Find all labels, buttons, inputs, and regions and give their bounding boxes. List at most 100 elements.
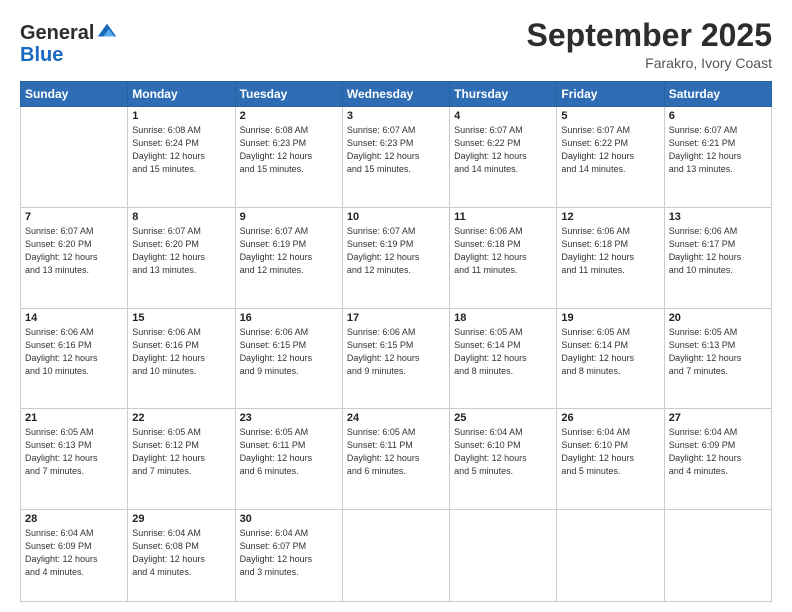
calendar-table: Sunday Monday Tuesday Wednesday Thursday… (20, 81, 772, 602)
table-row: 11Sunrise: 6:06 AM Sunset: 6:18 PM Dayli… (450, 207, 557, 308)
table-row: 28 Sunrise: 6:04 AM Sunset: 6:09 PM Dayli… (21, 509, 128, 601)
day-number: 10 (347, 211, 445, 223)
day-info: Sunrise: 6:04 AM Sunset: 6:10 PM Dayligh… (561, 426, 659, 478)
day-info: Sunrise: 6:05 AM Sunset: 6:13 PM Dayligh… (669, 326, 767, 378)
table-row: 10 Sunrise: 6:07 AM Sunset: 6:19 PM Dayli… (342, 207, 449, 308)
table-row: 7 Sunrise: 6:07 AM Sunset: 6:20 PM Daylig… (21, 207, 128, 308)
table-row: 12Sunrise: 6:06 AM Sunset: 6:18 PM Dayli… (557, 207, 664, 308)
logo-icon (96, 20, 118, 42)
table-row: 4 Sunrise: 6:07 AM Sunset: 6:22 PM Daylig… (450, 107, 557, 208)
day-info: Sunrise: 6:06 AM Sunset: 6:15 PM Dayligh… (347, 326, 445, 378)
table-row: 22 Sunrise: 6:05 AM Sunset: 6:12 PM Dayli… (128, 409, 235, 510)
table-row: 20 Sunrise: 6:05 AM Sunset: 6:13 PM Dayli… (664, 308, 771, 409)
day-info: Sunrise: 6:07 AM Sunset: 6:19 PM Dayligh… (347, 225, 445, 277)
table-row: 8 Sunrise: 6:07 AM Sunset: 6:20 PM Daylig… (128, 207, 235, 308)
title-block: September 2025 Farakro, Ivory Coast (527, 18, 772, 71)
header: General Blue September 2025 Farakro, Ivo… (20, 18, 772, 71)
table-row (342, 509, 449, 601)
day-number: 17 (347, 312, 445, 324)
table-row: 30 Sunrise: 6:04 AM Sunset: 6:07 PM Dayli… (235, 509, 342, 601)
table-row: 5Sunrise: 6:07 AM Sunset: 6:22 PM Daylig… (557, 107, 664, 208)
table-row (664, 509, 771, 601)
day-number: 14 (25, 312, 123, 324)
day-info: Sunrise: 6:06 AM Sunset: 6:15 PM Dayligh… (240, 326, 338, 378)
day-info: Sunrise: 6:07 AM Sunset: 6:23 PM Dayligh… (347, 124, 445, 176)
day-info: Sunrise: 6:07 AM Sunset: 6:19 PM Dayligh… (240, 225, 338, 277)
day-number: 23 (240, 412, 338, 424)
day-number: 30 (240, 513, 338, 525)
logo-blue: Blue (20, 44, 63, 66)
logo: General Blue (20, 22, 118, 66)
day-number: 2 (240, 110, 338, 122)
table-row: 23 Sunrise: 6:05 AM Sunset: 6:11 PM Dayli… (235, 409, 342, 510)
day-number: 18 (454, 312, 552, 324)
col-monday: Monday (128, 82, 235, 107)
day-info: Sunrise: 6:06 AM Sunset: 6:16 PM Dayligh… (25, 326, 123, 378)
day-number: 22 (132, 412, 230, 424)
day-number: 9 (240, 211, 338, 223)
day-number: 25 (454, 412, 552, 424)
table-row (450, 509, 557, 601)
table-row: 19Sunrise: 6:05 AM Sunset: 6:14 PM Dayli… (557, 308, 664, 409)
table-row: 14 Sunrise: 6:06 AM Sunset: 6:16 PM Dayli… (21, 308, 128, 409)
day-number: 20 (669, 312, 767, 324)
table-row: 26 Sunrise: 6:04 AM Sunset: 6:10 PM Dayli… (557, 409, 664, 510)
day-number: 26 (561, 412, 659, 424)
col-thursday: Thursday (450, 82, 557, 107)
day-info: Sunrise: 6:06 AM Sunset: 6:17 PM Dayligh… (669, 225, 767, 277)
day-number: 7 (25, 211, 123, 223)
table-row: 13Sunrise: 6:06 AM Sunset: 6:17 PM Dayli… (664, 207, 771, 308)
location: Farakro, Ivory Coast (527, 55, 772, 71)
month-title: September 2025 (527, 18, 772, 53)
col-sunday: Sunday (21, 82, 128, 107)
day-info: Sunrise: 6:05 AM Sunset: 6:11 PM Dayligh… (347, 426, 445, 478)
col-wednesday: Wednesday (342, 82, 449, 107)
day-number: 28 (25, 513, 123, 525)
day-info: Sunrise: 6:04 AM Sunset: 6:08 PM Dayligh… (132, 527, 230, 579)
day-info: Sunrise: 6:04 AM Sunset: 6:09 PM Dayligh… (25, 527, 123, 579)
day-info: Sunrise: 6:04 AM Sunset: 6:07 PM Dayligh… (240, 527, 338, 579)
day-info: Sunrise: 6:07 AM Sunset: 6:22 PM Dayligh… (454, 124, 552, 176)
col-tuesday: Tuesday (235, 82, 342, 107)
col-saturday: Saturday (664, 82, 771, 107)
table-row: 24 Sunrise: 6:05 AM Sunset: 6:11 PM Dayli… (342, 409, 449, 510)
table-row: 6Sunrise: 6:07 AM Sunset: 6:21 PM Daylig… (664, 107, 771, 208)
day-number: 1 (132, 110, 230, 122)
table-row: 9 Sunrise: 6:07 AM Sunset: 6:19 PM Daylig… (235, 207, 342, 308)
table-row: 3 Sunrise: 6:07 AM Sunset: 6:23 PM Daylig… (342, 107, 449, 208)
day-number: 27 (669, 412, 767, 424)
day-number: 19 (561, 312, 659, 324)
day-number: 15 (132, 312, 230, 324)
day-info: Sunrise: 6:04 AM Sunset: 6:10 PM Dayligh… (454, 426, 552, 478)
table-row: 2Sunrise: 6:08 AM Sunset: 6:23 PM Daylig… (235, 107, 342, 208)
table-row (557, 509, 664, 601)
day-info: Sunrise: 6:05 AM Sunset: 6:14 PM Dayligh… (454, 326, 552, 378)
day-number: 8 (132, 211, 230, 223)
day-number: 21 (25, 412, 123, 424)
day-info: Sunrise: 6:05 AM Sunset: 6:11 PM Dayligh… (240, 426, 338, 478)
day-info: Sunrise: 6:08 AM Sunset: 6:24 PM Dayligh… (132, 124, 230, 176)
day-number: 6 (669, 110, 767, 122)
table-row: 16 Sunrise: 6:06 AM Sunset: 6:15 PM Dayli… (235, 308, 342, 409)
day-number: 4 (454, 110, 552, 122)
day-info: Sunrise: 6:06 AM Sunset: 6:16 PM Dayligh… (132, 326, 230, 378)
day-info: Sunrise: 6:07 AM Sunset: 6:20 PM Dayligh… (132, 225, 230, 277)
table-row: 21Sunrise: 6:05 AM Sunset: 6:13 PM Dayli… (21, 409, 128, 510)
table-row: 15 Sunrise: 6:06 AM Sunset: 6:16 PM Dayli… (128, 308, 235, 409)
table-row: 27 Sunrise: 6:04 AM Sunset: 6:09 PM Dayli… (664, 409, 771, 510)
day-info: Sunrise: 6:07 AM Sunset: 6:20 PM Dayligh… (25, 225, 123, 277)
day-info: Sunrise: 6:04 AM Sunset: 6:09 PM Dayligh… (669, 426, 767, 478)
day-number: 24 (347, 412, 445, 424)
day-number: 16 (240, 312, 338, 324)
table-row: 18 Sunrise: 6:05 AM Sunset: 6:14 PM Dayli… (450, 308, 557, 409)
day-info: Sunrise: 6:06 AM Sunset: 6:18 PM Dayligh… (454, 225, 552, 277)
day-number: 29 (132, 513, 230, 525)
day-number: 12 (561, 211, 659, 223)
page: General Blue September 2025 Farakro, Ivo… (0, 0, 792, 612)
day-info: Sunrise: 6:05 AM Sunset: 6:12 PM Dayligh… (132, 426, 230, 478)
table-row: 1 Sunrise: 6:08 AM Sunset: 6:24 PM Daylig… (128, 107, 235, 208)
day-number: 3 (347, 110, 445, 122)
col-friday: Friday (557, 82, 664, 107)
day-number: 5 (561, 110, 659, 122)
table-row (21, 107, 128, 208)
